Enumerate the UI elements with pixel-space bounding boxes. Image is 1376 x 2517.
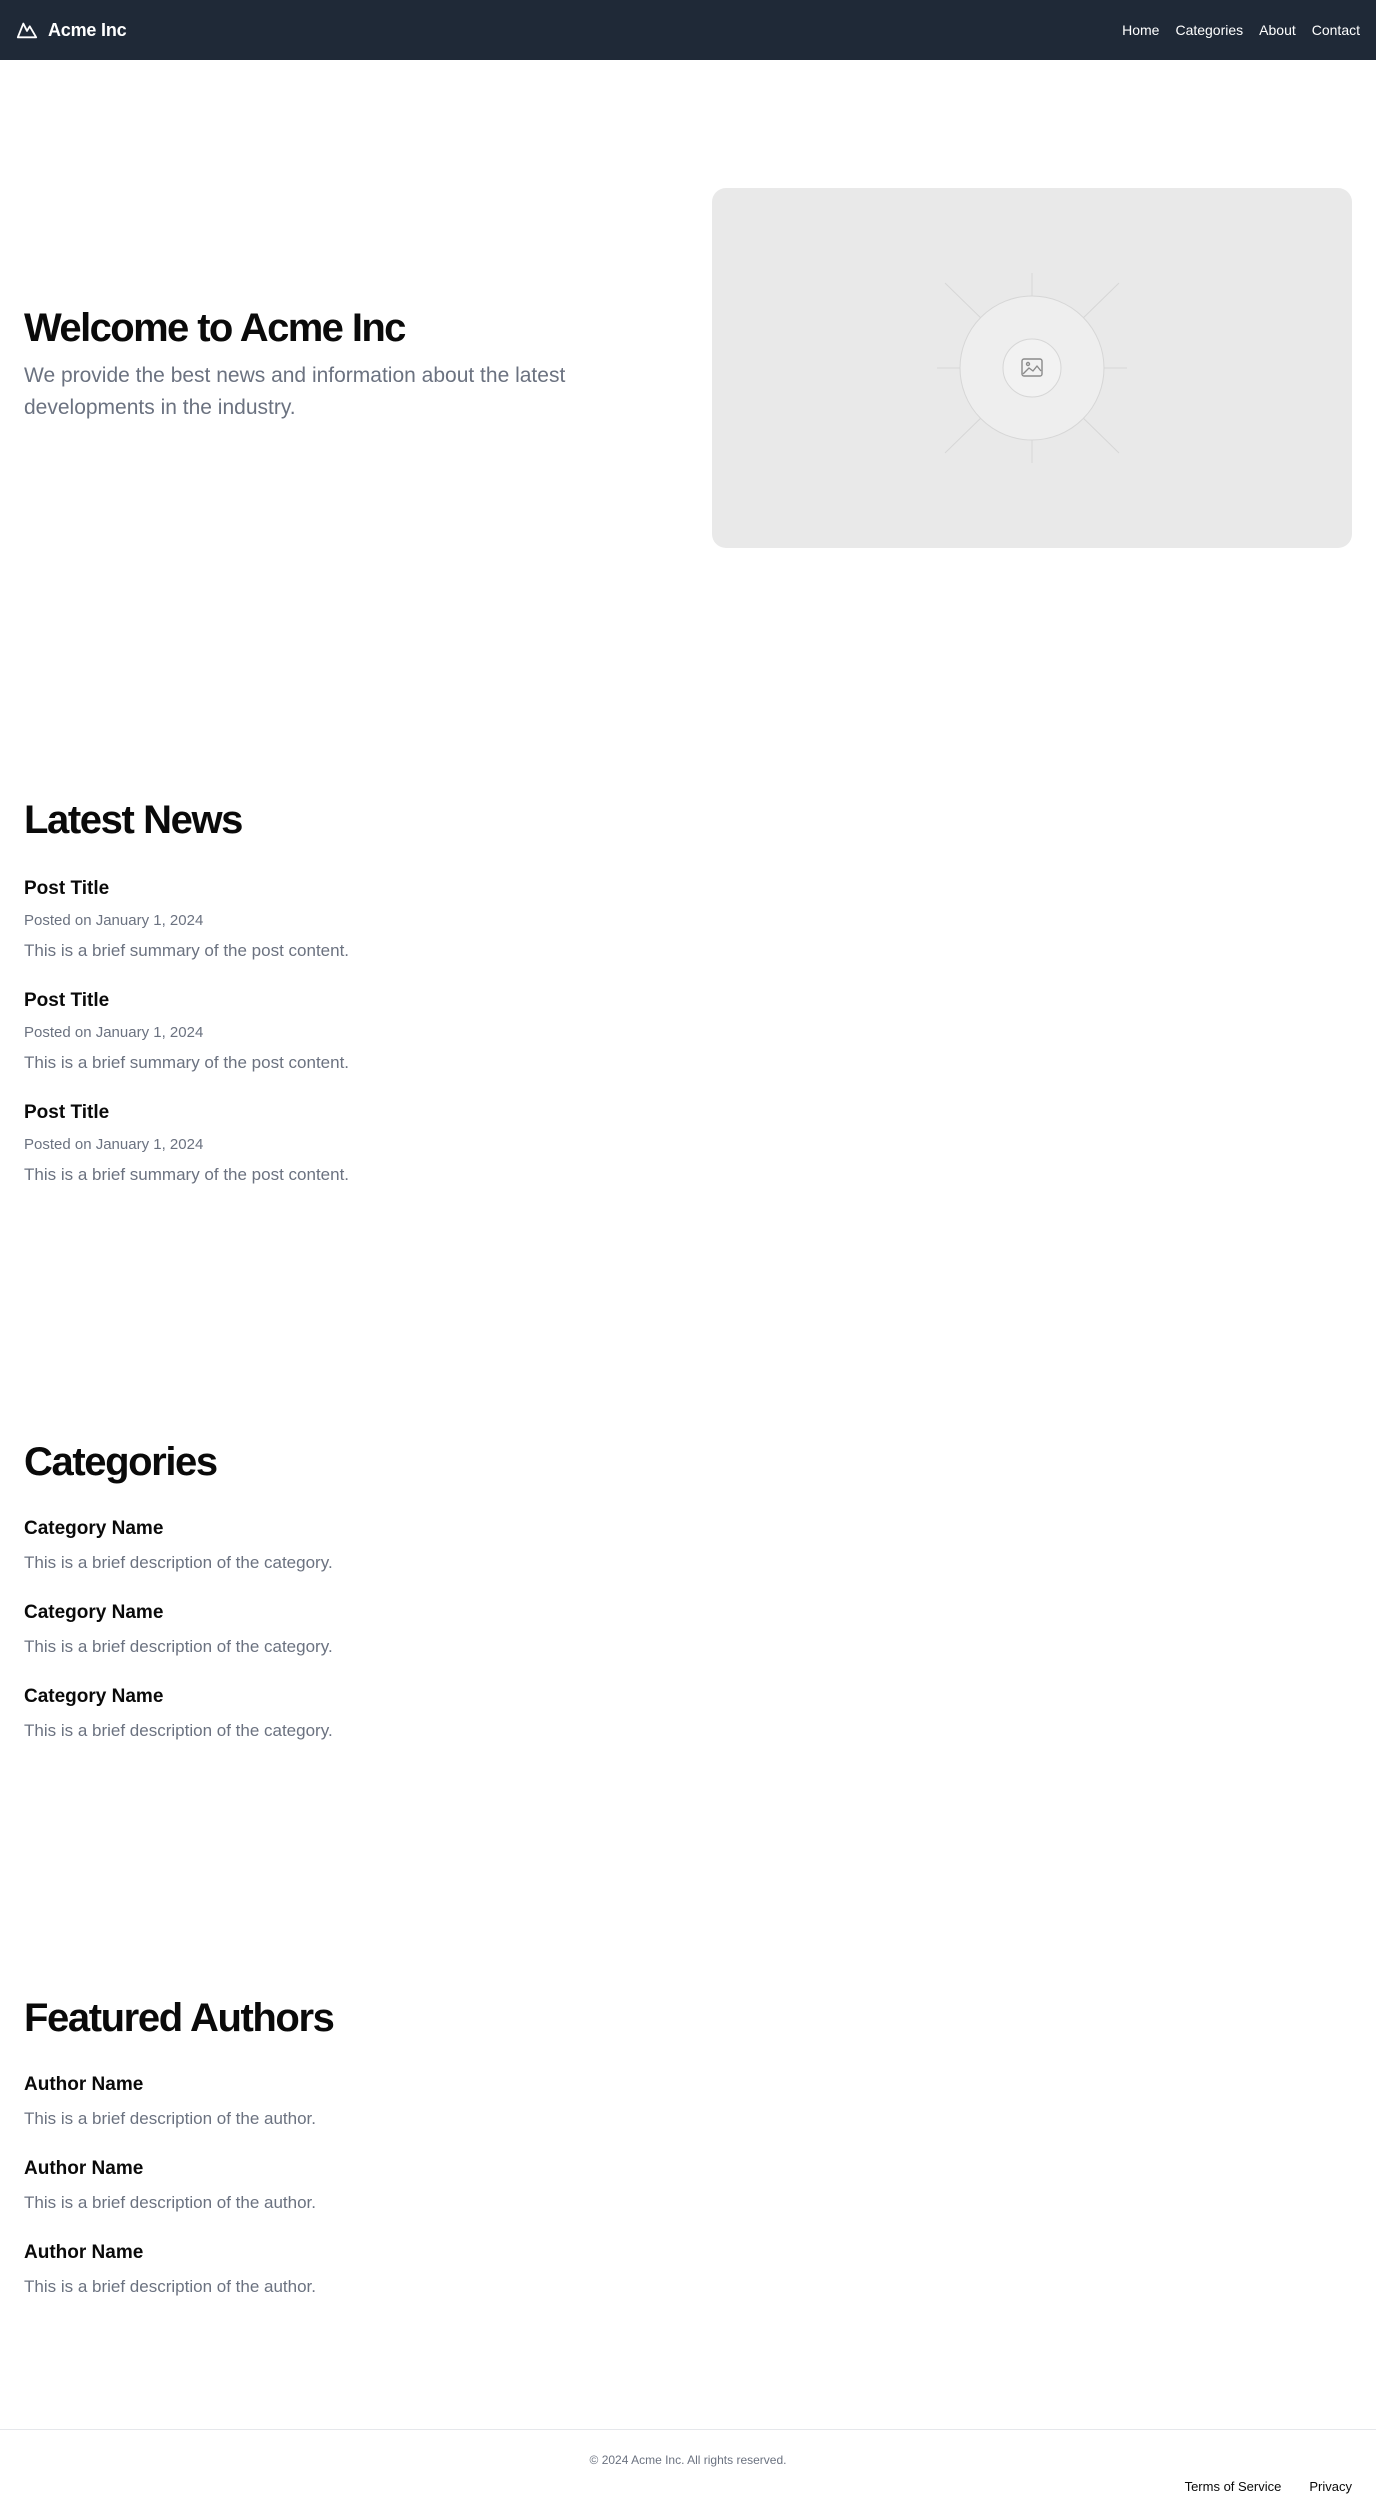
author-name[interactable]: Author Name <box>24 2242 143 2264</box>
privacy-link[interactable]: Privacy <box>1309 2479 1352 2494</box>
nav-categories[interactable]: Categories <box>1175 22 1243 38</box>
category-name[interactable]: Category Name <box>24 1518 163 1540</box>
hero-title: Welcome to Acme Inc <box>24 306 406 350</box>
author-name[interactable]: Author Name <box>24 2158 143 2180</box>
brand[interactable]: Acme Inc <box>16 19 127 41</box>
hero-subtitle: We provide the best news and information… <box>24 364 566 419</box>
post-title[interactable]: Post Title <box>24 990 109 1012</box>
footer-copyright: © 2024 Acme Inc. All rights reserved. <box>589 2453 787 2467</box>
category-name[interactable]: Category Name <box>24 1602 163 1624</box>
mountain-icon <box>16 19 38 41</box>
author-description: This is a brief description of the autho… <box>24 2193 316 2212</box>
category-description: This is a brief description of the categ… <box>24 1637 333 1656</box>
post-summary: This is a brief summary of the post cont… <box>24 1165 350 1184</box>
footer-links: Terms of Service Privacy <box>1185 2479 1352 2494</box>
author-description: This is a brief description of the autho… <box>24 2277 316 2296</box>
post-date: Posted on January 1, 2024 <box>24 1024 204 1041</box>
footer-divider <box>0 2429 1376 2430</box>
featured-authors-title: Featured Authors <box>24 1996 335 2040</box>
post-title[interactable]: Post Title <box>24 1102 109 1124</box>
post-date: Posted on January 1, 2024 <box>24 912 204 929</box>
latest-news-title: Latest News <box>24 798 243 842</box>
post-title[interactable]: Post Title <box>24 878 109 900</box>
categories-title: Categories <box>24 1440 218 1484</box>
category-description: This is a brief description of the categ… <box>24 1721 333 1740</box>
post-summary: This is a brief summary of the post cont… <box>24 941 350 960</box>
post-date: Posted on January 1, 2024 <box>24 1136 204 1153</box>
nav-home[interactable]: Home <box>1122 22 1159 38</box>
nav-contact[interactable]: Contact <box>1312 22 1360 38</box>
post-summary: This is a brief summary of the post cont… <box>24 1053 350 1072</box>
brand-name: Acme Inc <box>48 19 127 40</box>
site-header: Acme Inc Home Categories About Contact <box>0 0 1376 60</box>
hero-image-placeholder <box>712 188 1352 548</box>
author-description: This is a brief description of the autho… <box>24 2109 316 2128</box>
author-name[interactable]: Author Name <box>24 2074 143 2096</box>
terms-of-service-link[interactable]: Terms of Service <box>1185 2479 1282 2494</box>
nav-about[interactable]: About <box>1259 22 1296 38</box>
main-nav: Home Categories About Contact <box>1122 22 1360 38</box>
image-placeholder-icon <box>937 273 1127 463</box>
category-description: This is a brief description of the categ… <box>24 1553 333 1572</box>
category-name[interactable]: Category Name <box>24 1686 163 1708</box>
